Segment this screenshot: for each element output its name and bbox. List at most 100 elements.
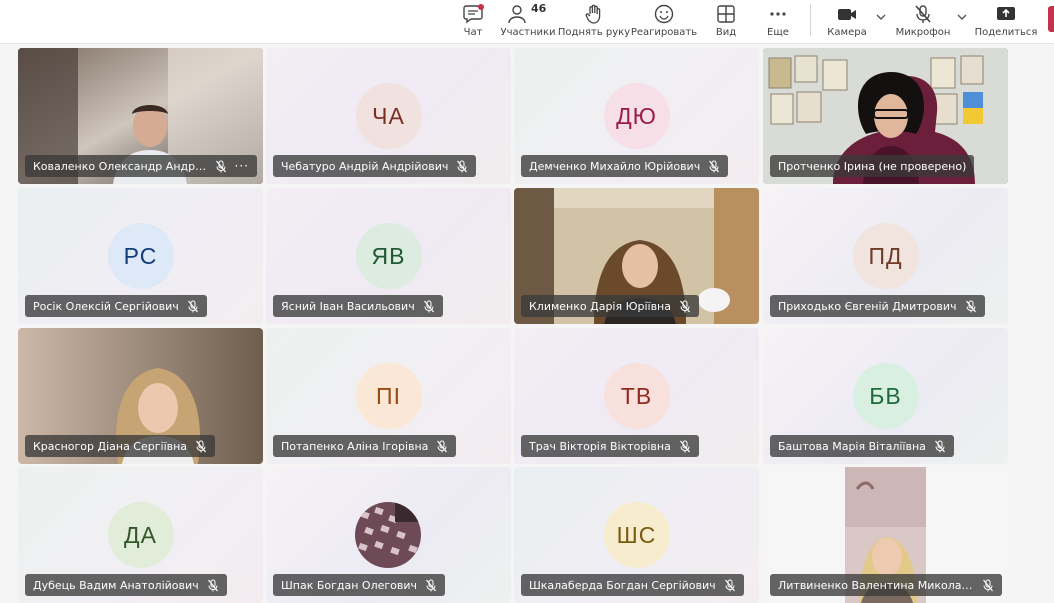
- avatar: РС: [107, 223, 174, 289]
- mic-off-icon: [709, 160, 720, 172]
- participant-name: Шпак Богдан Олегович: [281, 578, 418, 592]
- participant-tile-yasnyi[interactable]: ЯВ Ясний Іван Васильович: [266, 188, 511, 324]
- share-label: Поделиться: [974, 27, 1038, 38]
- participant-tile-potapenko[interactable]: ПІ Потапенко Аліна Ігорівна: [266, 328, 511, 464]
- participant-tile-trach[interactable]: ТВ Трач Вікторія Вікторівна: [514, 328, 759, 464]
- avatar: БВ: [852, 363, 919, 429]
- more-label: Еще: [767, 27, 789, 38]
- participant-name: Потапенко Аліна Ігорівна: [281, 439, 429, 453]
- participant-name: Демченко Михайло Юрійович: [529, 159, 701, 173]
- avatar: ПІ: [355, 363, 422, 429]
- camera-options-chevron-icon[interactable]: [875, 10, 887, 24]
- camera-label: Камера: [827, 27, 867, 38]
- chat-button[interactable]: Чат: [459, 0, 487, 44]
- participant-name: Трач Вікторія Вікторівна: [529, 439, 671, 453]
- react-label: Реагировать: [630, 27, 698, 38]
- raise-hand-button[interactable]: Поднять руку: [558, 0, 630, 44]
- participant-tile-shkalaberda[interactable]: ШС Шкалаберда Богдан Сергійович: [514, 467, 759, 603]
- avatar: ЯВ: [355, 223, 422, 289]
- participant-name: Дубець Вадим Анатолійович: [33, 578, 199, 592]
- view-button[interactable]: Вид: [712, 0, 740, 44]
- mic-off-icon: [196, 440, 207, 452]
- participants-count: 46: [531, 2, 547, 15]
- microphone-button[interactable]: Микрофон: [895, 0, 951, 44]
- mic-off-icon: [215, 160, 226, 172]
- participant-nametag: Потапенко Аліна Ігорівна: [273, 435, 457, 457]
- participant-tile-dubets[interactable]: ДА Дубець Вадим Анатолійович: [18, 467, 263, 603]
- mic-off-icon: [915, 5, 931, 23]
- participant-tile-shpak[interactable]: Шпак Богдан Олегович: [266, 467, 511, 603]
- participant-more-options[interactable]: ···: [235, 159, 249, 173]
- share-button[interactable]: Поделиться: [974, 0, 1038, 44]
- toolbar-divider: [810, 4, 811, 36]
- avatar: ПД: [852, 223, 919, 289]
- participant-name: Росік Олексій Сергійович: [33, 299, 179, 313]
- participant-nametag: Росік Олексій Сергійович: [25, 295, 207, 317]
- participant-tile-kovalenko[interactable]: Коваленко Олександр Андрій... ···: [18, 48, 263, 184]
- participant-nametag: Демченко Михайло Юрійович: [521, 155, 729, 177]
- participant-nametag: Дубець Вадим Анатолійович: [25, 574, 227, 596]
- people-icon: [508, 5, 526, 24]
- chat-icon: [463, 4, 484, 24]
- avatar: ШС: [603, 502, 670, 568]
- hand-icon: [585, 4, 601, 24]
- react-button[interactable]: Реагировать: [630, 0, 698, 44]
- chat-label: Чат: [463, 27, 483, 38]
- mic-off-icon: [423, 300, 434, 312]
- avatar: ДА: [107, 502, 174, 568]
- participant-tile-krasnohor[interactable]: Красногор Діана Сергіївна: [18, 328, 263, 464]
- mic-off-icon: [426, 579, 436, 591]
- mic-off-icon: [187, 300, 198, 312]
- participant-tile-demchenko[interactable]: ДЮ Демченко Михайло Юрійович: [514, 48, 759, 184]
- mic-off-icon: [724, 579, 735, 591]
- participant-name: Протченко Ірина (не проверено): [778, 159, 967, 173]
- participant-name: Коваленко Олександр Андрій...: [33, 159, 207, 173]
- smiley-icon: [654, 4, 674, 24]
- participant-nametag: Коваленко Олександр Андрій... ···: [25, 155, 257, 177]
- participant-nametag: Клименко Дарія Юріївна: [521, 295, 699, 317]
- participant-tile-prykhodko[interactable]: ПД Приходько Євгеній Дмитрович: [763, 188, 1008, 324]
- mic-off-icon: [680, 300, 690, 312]
- mic-off-icon: [207, 579, 218, 591]
- mic-off-icon: [934, 440, 945, 452]
- participant-name: Приходько Євгеній Дмитрович: [778, 299, 957, 313]
- participant-nametag: Протченко Ірина (не проверено): [770, 155, 975, 177]
- camera-icon: [838, 9, 856, 20]
- microphone-options-chevron-icon[interactable]: [956, 10, 968, 24]
- participant-name: Баштова Марія Віталіївна: [778, 439, 926, 453]
- participant-nametag: Чебатуро Андрій Андрійович: [273, 155, 477, 177]
- avatar-photo: [355, 502, 421, 568]
- grid-view-icon: [717, 5, 735, 23]
- participant-tile-protchenko[interactable]: Протченко Ірина (не проверено): [763, 48, 1008, 184]
- participant-name: Чебатуро Андрій Андрійович: [281, 159, 449, 173]
- raise-hand-label: Поднять руку: [557, 27, 631, 38]
- more-button[interactable]: Еще: [764, 0, 792, 44]
- participant-nametag: Приходько Євгеній Дмитрович: [770, 295, 985, 317]
- participant-nametag: Трач Вікторія Вікторівна: [521, 435, 699, 457]
- participant-tile-bashtova[interactable]: БВ Баштова Марія Віталіївна: [763, 328, 1008, 464]
- participant-nametag: Красногор Діана Сергіївна: [25, 435, 216, 457]
- participant-nametag: Баштова Марія Віталіївна: [770, 435, 954, 457]
- mic-off-icon: [437, 440, 448, 452]
- participant-tile-rosik[interactable]: РС Росік Олексій Сергійович: [18, 188, 263, 324]
- participant-tile-chebaturo[interactable]: ЧА Чебатуро Андрій Андрійович: [266, 48, 511, 184]
- avatar: ЧА: [355, 83, 422, 149]
- participant-tile-klymenko[interactable]: Клименко Дарія Юріївна: [514, 188, 759, 324]
- participant-name: Красногор Діана Сергіївна: [33, 439, 188, 453]
- participant-tile-lytvynenko[interactable]: Литвиненко Валентина Миколаївна: [763, 467, 1008, 603]
- participants-button[interactable]: 46 Участники: [500, 0, 556, 44]
- participant-nametag: Ясний Іван Васильович: [273, 295, 443, 317]
- leave-button-edge[interactable]: [1048, 6, 1054, 32]
- participant-name: Ясний Іван Васильович: [281, 299, 415, 313]
- mic-off-icon: [983, 579, 993, 591]
- more-icon: [770, 12, 786, 16]
- camera-button[interactable]: Камера: [826, 0, 868, 44]
- view-label: Вид: [715, 27, 737, 38]
- participant-nametag: Шпак Богдан Олегович: [273, 574, 446, 596]
- microphone-label: Микрофон: [895, 27, 951, 38]
- participant-nametag: Шкалаберда Богдан Сергійович: [521, 574, 744, 596]
- mic-off-icon: [457, 160, 468, 172]
- avatar: ДЮ: [603, 83, 670, 149]
- participant-name: Клименко Дарія Юріївна: [529, 299, 671, 313]
- participants-label: Участники: [500, 27, 556, 38]
